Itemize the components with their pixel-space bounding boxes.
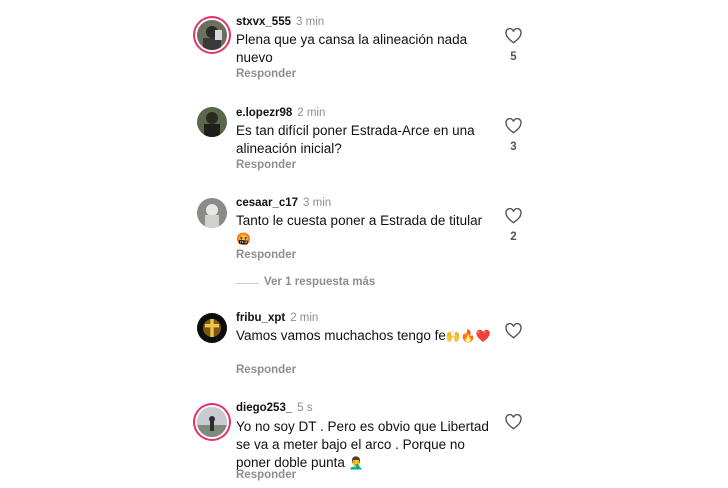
reply-button[interactable]: Responder [236, 364, 296, 376]
timestamp: 5 s [297, 402, 313, 414]
comment-emoji: 🤬 [236, 232, 251, 246]
timestamp: 2 min [297, 107, 326, 119]
comment-text: Es tan difícil poner Estrada-Arce en una… [236, 123, 475, 156]
like-count: 5 [510, 51, 517, 63]
comment-emoji: 🙌🔥❤️ [445, 329, 491, 343]
reply-button[interactable]: Responder [236, 469, 296, 481]
username[interactable]: cesaar_c17 [236, 197, 298, 209]
comment-meta: e.lopezr98 2 min [236, 107, 325, 119]
comment-text: Vamos vamos muchachos tengo fe🙌🔥❤️ [236, 327, 496, 345]
username[interactable]: diego253_ [236, 402, 292, 414]
comment-meta: fribu_xpt 2 min [236, 312, 318, 324]
username[interactable]: stxvx_555 [236, 16, 291, 28]
comment-meta: stxvx_555 3 min [236, 16, 324, 28]
comment-meta: diego253_ 5 s [236, 402, 313, 414]
avatar[interactable] [197, 107, 227, 137]
comment-text-body: Tanto le cuesta poner a Estrada de titul… [236, 213, 483, 228]
comment-emoji: 🤦‍♂️ [348, 456, 364, 470]
avatar[interactable] [197, 313, 227, 343]
avatar[interactable] [197, 198, 227, 228]
reply-button[interactable]: Responder [236, 249, 296, 261]
reply-button[interactable]: Responder [236, 68, 296, 80]
comment-text: Tanto le cuesta poner a Estrada de titul… [236, 212, 496, 248]
comment-meta: cesaar_c17 3 min [236, 197, 331, 209]
username[interactable]: fribu_xpt [236, 312, 285, 324]
avatar[interactable] [197, 407, 227, 437]
divider [236, 283, 258, 284]
comment-text-body: Vamos vamos muchachos tengo fe [236, 328, 446, 343]
like-heart-icon[interactable] [505, 208, 522, 224]
like-heart-icon[interactable] [505, 118, 522, 134]
timestamp: 2 min [290, 312, 319, 324]
username[interactable]: e.lopezr98 [236, 107, 292, 119]
like-heart-icon[interactable] [505, 28, 522, 44]
like-heart-icon[interactable] [505, 323, 522, 339]
comment-text: Plena que ya cansa la alineación nada nu… [236, 32, 468, 65]
like-count: 2 [510, 231, 517, 243]
view-more-replies-label[interactable]: Ver 1 respuesta más [264, 276, 375, 288]
timestamp: 3 min [296, 16, 325, 28]
timestamp: 3 min [303, 197, 332, 209]
like-count: 3 [510, 141, 517, 153]
reply-button[interactable]: Responder [236, 159, 296, 171]
comment-text: Yo no soy DT . Pero es obvio que Liberta… [236, 418, 496, 472]
like-heart-icon[interactable] [505, 414, 522, 430]
avatar[interactable] [197, 20, 227, 50]
